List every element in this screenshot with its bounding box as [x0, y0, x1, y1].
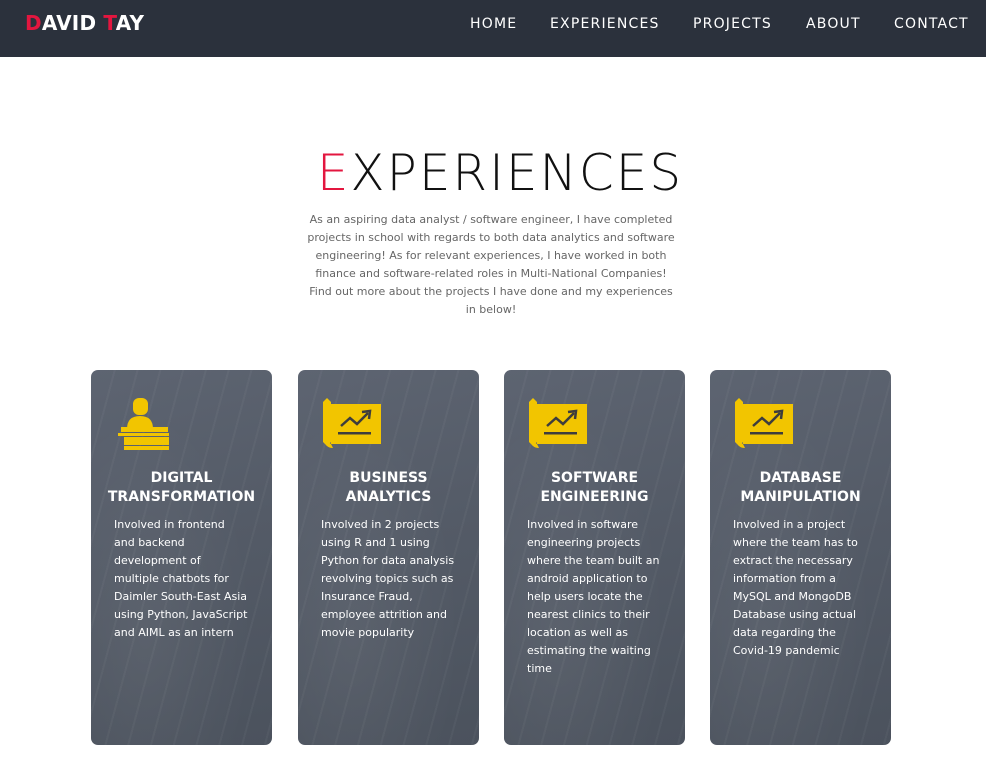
- section-title: EXPERIENCES: [0, 140, 986, 206]
- intro-line: engineering! As for relevant experiences…: [315, 249, 667, 262]
- desc-line: employee attrition and: [321, 608, 448, 621]
- card-description: Involved in 2 projects using R and 1 usi…: [321, 516, 469, 642]
- desc-line: help users locate the: [527, 590, 643, 603]
- navbar: DAVID TAY HOME EXPERIENCES PROJECTS ABOU…: [0, 0, 986, 57]
- brand-initial-d: D: [25, 11, 42, 35]
- desc-line: movie popularity: [321, 626, 415, 639]
- desc-line: and backend: [114, 536, 185, 549]
- card-title-line: ANALYTICS: [345, 489, 432, 505]
- intro-line: Find out more about the projects I have …: [309, 285, 673, 298]
- desc-line: information from a: [733, 572, 836, 585]
- person-on-stand-icon: [118, 398, 169, 450]
- nav-contact[interactable]: CONTACT: [894, 15, 969, 33]
- desc-line: extract the necessary: [733, 554, 853, 567]
- card-title: SOFTWARE ENGINEERING: [504, 469, 685, 507]
- desc-line: Involved in 2 projects: [321, 518, 440, 531]
- desc-line: android application to: [527, 572, 648, 585]
- desc-line: where the team built an: [527, 554, 660, 567]
- desc-line: Involved in a project: [733, 518, 846, 531]
- section-title-rest: XPERIENCES: [350, 144, 684, 202]
- desc-line: data regarding the: [733, 626, 836, 639]
- nav-about[interactable]: ABOUT: [806, 15, 861, 33]
- desc-line: development of: [114, 554, 201, 567]
- card-description: Involved in frontend and backend develop…: [114, 516, 262, 642]
- desc-line: time: [527, 662, 552, 675]
- card-title: DIGITAL TRANSFORMATION: [91, 469, 272, 507]
- nav-home[interactable]: HOME: [470, 15, 517, 33]
- section-intro: As an aspiring data analyst / software e…: [300, 211, 682, 319]
- card-title-line: DATABASE: [759, 470, 842, 486]
- card-title: BUSINESS ANALYTICS: [298, 469, 479, 507]
- card-title-line: SOFTWARE: [550, 470, 639, 486]
- desc-line: Involved in frontend: [114, 518, 225, 531]
- intro-line: finance and software-related roles in Mu…: [315, 267, 667, 280]
- chart-banner-icon: [735, 398, 793, 448]
- experience-card-digital-transformation: DIGITAL TRANSFORMATION Involved in front…: [91, 370, 272, 745]
- card-title-line: TRANSFORMATION: [107, 489, 256, 505]
- chart-banner-icon: [323, 398, 381, 448]
- experience-card-software-engineering: SOFTWARE ENGINEERING Involved in softwar…: [504, 370, 685, 745]
- section-title-initial: E: [316, 144, 351, 202]
- card-title: DATABASE MANIPULATION: [710, 469, 891, 507]
- experience-card-database-manipulation: DATABASE MANIPULATION Involved in a proj…: [710, 370, 891, 745]
- nav-projects[interactable]: PROJECTS: [693, 15, 772, 33]
- desc-line: location as well as: [527, 626, 628, 639]
- desc-line: Daimler South-East Asia: [114, 590, 248, 603]
- desc-line: using Python, JavaScript: [114, 608, 248, 621]
- desc-line: using R and 1 using: [321, 536, 430, 549]
- desc-line: and AIML as an intern: [114, 626, 234, 639]
- desc-line: Covid-19 pandemic: [733, 644, 840, 657]
- desc-line: Involved in software: [527, 518, 639, 531]
- chart-banner-icon: [529, 398, 587, 448]
- desc-line: engineering projects: [527, 536, 641, 549]
- card-title-line: ENGINEERING: [540, 489, 649, 505]
- desc-line: revolving topics such as: [321, 572, 454, 585]
- nav-experiences[interactable]: EXPERIENCES: [550, 15, 660, 33]
- card-description: Involved in software engineering project…: [527, 516, 675, 678]
- card-title-line: DIGITAL: [150, 470, 213, 486]
- intro-line: projects in school with regards to both …: [307, 231, 675, 244]
- brand-logo[interactable]: DAVID TAY: [25, 11, 144, 35]
- desc-line: Database using actual: [733, 608, 857, 621]
- desc-line: multiple chatbots for: [114, 572, 229, 585]
- intro-line: in below!: [465, 303, 517, 316]
- desc-line: Insurance Fraud,: [321, 590, 413, 603]
- desc-line: estimating the waiting: [527, 644, 651, 657]
- brand-text-ay: AY: [115, 11, 145, 35]
- desc-line: MySQL and MongoDB: [733, 590, 852, 603]
- desc-line: Python for data analysis: [321, 554, 455, 567]
- brand-text-avid: AVID: [41, 11, 104, 35]
- desc-line: nearest clinics to their: [527, 608, 650, 621]
- card-title-line: BUSINESS: [349, 470, 428, 486]
- intro-line: As an aspiring data analyst / software e…: [309, 213, 673, 226]
- card-title-line: MANIPULATION: [740, 489, 861, 505]
- card-description: Involved in a project where the team has…: [733, 516, 881, 660]
- experience-card-business-analytics: BUSINESS ANALYTICS Involved in 2 project…: [298, 370, 479, 745]
- brand-initial-t: T: [103, 11, 116, 35]
- desc-line: where the team has to: [733, 536, 858, 549]
